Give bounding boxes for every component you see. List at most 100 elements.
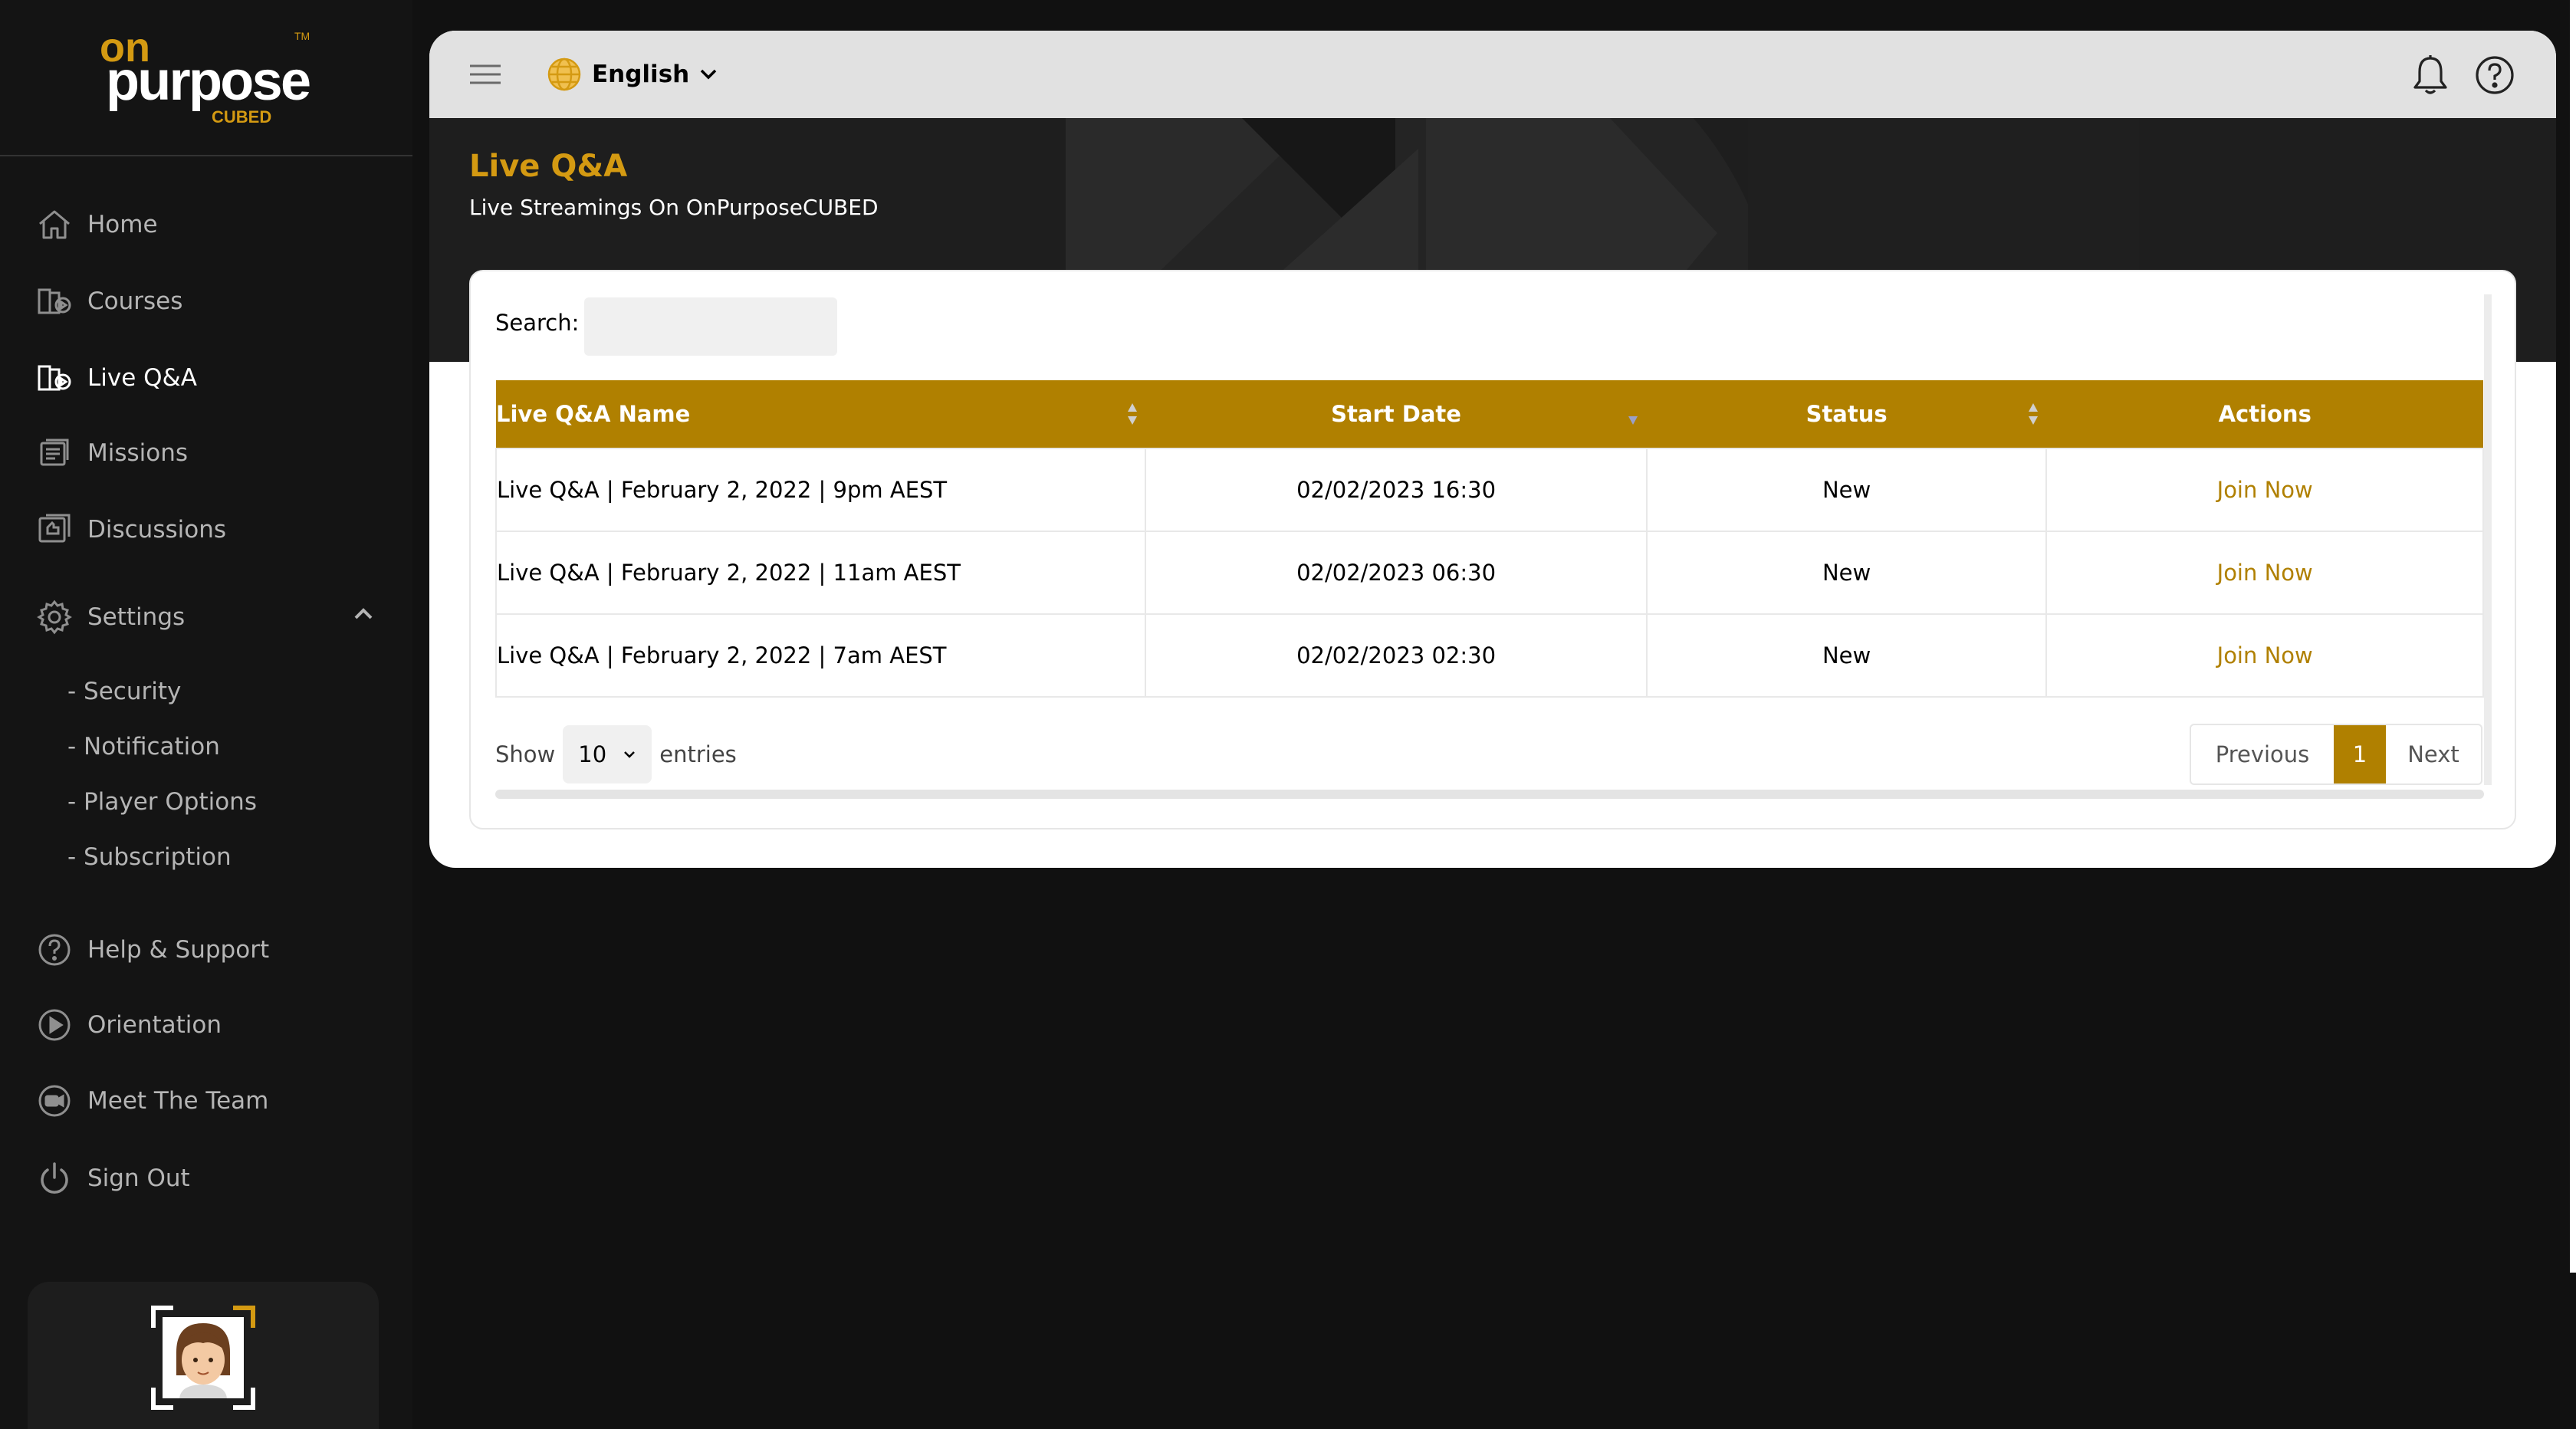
onpurpose-logo[interactable]: on purpose CUBED TM [98, 25, 313, 130]
column-header-start-date[interactable]: Start Date [1145, 380, 1647, 448]
live-qa-icon [38, 365, 71, 391]
sidebar-item-home[interactable]: Home [35, 198, 158, 251]
table-header-row: Live Q&A Name Start Date Status Actions [496, 380, 2483, 448]
settings-subscription-link[interactable]: - Subscription [67, 836, 232, 879]
home-icon [39, 210, 70, 239]
vertical-scrollbar[interactable] [2484, 294, 2492, 785]
sidebar-item-label: Courses [87, 287, 183, 315]
play-circle-icon [38, 1009, 71, 1041]
sidebar-item-label: Discussions [87, 516, 227, 544]
cell-status: New [1645, 448, 2048, 532]
join-now-link[interactable]: Join Now [2217, 560, 2313, 586]
sidebar-item-courses[interactable]: Courses [35, 274, 182, 328]
sidebar-item-label: Help & Support [87, 936, 270, 964]
sidebar-item-settings[interactable]: Settings [35, 590, 185, 644]
language-selector[interactable]: English [546, 54, 718, 95]
column-header-label: Actions [2218, 401, 2312, 427]
sidebar-item-label: Settings [87, 603, 186, 631]
bell-icon[interactable] [2410, 54, 2450, 97]
column-header-label: Start Date [1331, 401, 1461, 427]
svg-text:CUBED: CUBED [212, 107, 271, 126]
logo-area: on purpose CUBED TM [0, 0, 412, 156]
settings-notification-link[interactable]: - Notification [67, 725, 220, 768]
gear-icon [37, 600, 72, 635]
sidebar-item-missions[interactable]: Missions [35, 426, 188, 480]
table-row: Live Q&A | February 2, 2022 | 11am AEST … [495, 531, 2484, 615]
cell-actions: Join Now [2045, 613, 2484, 698]
sidebar-item-meet-the-team[interactable]: Meet The Team [35, 1074, 268, 1128]
table-row: Live Q&A | February 2, 2022 | 9pm AEST 0… [495, 448, 2484, 532]
page-1-button[interactable]: 1 [2334, 725, 2386, 783]
help-circle-icon [38, 934, 71, 966]
sidebar-item-live-qa[interactable]: Live Q&A [35, 351, 197, 405]
sidebar-item-label: Live Q&A [87, 364, 197, 392]
page-scrollbar[interactable] [2570, 0, 2576, 1273]
live-qa-table-card: Search: Live Q&A Name Start Date Status … [469, 270, 2516, 829]
entries-select[interactable]: 10 [563, 725, 652, 783]
main-panel: English Live Q&A Live Streamings On OnPu… [429, 31, 2556, 868]
cell-start-date: 02/02/2023 06:30 [1145, 531, 1648, 615]
sidebar-item-label: Sign Out [87, 1165, 190, 1192]
profile-card [28, 1282, 379, 1429]
cell-actions: Join Now [2045, 448, 2484, 532]
search-label: Search: [495, 310, 580, 336]
next-page-button[interactable]: Next [2386, 725, 2481, 783]
live-qa-table: Live Q&A Name Start Date Status Actions [495, 380, 2484, 698]
help-icon[interactable] [2473, 54, 2516, 97]
column-header-name[interactable]: Live Q&A Name [496, 380, 1146, 448]
cell-start-date: 02/02/2023 16:30 [1145, 448, 1648, 532]
chevron-down-icon [700, 69, 717, 80]
cell-actions: Join Now [2045, 531, 2484, 615]
top-bar: English [429, 31, 2556, 118]
column-header-actions: Actions [2046, 380, 2483, 448]
courses-icon [38, 288, 71, 314]
sort-icon [2028, 403, 2038, 425]
table-row: Live Q&A | February 2, 2022 | 7am AEST 0… [495, 613, 2484, 698]
sidebar-item-sign-out[interactable]: Sign Out [35, 1151, 190, 1205]
pagination: Previous 1 Next [2190, 724, 2482, 785]
sidebar-item-discussions[interactable]: Discussions [35, 503, 226, 557]
column-header-label: Live Q&A Name [496, 401, 691, 427]
cell-status: New [1645, 531, 2048, 615]
sidebar-item-label: Home [87, 211, 158, 238]
svg-text:TM: TM [294, 30, 310, 42]
show-label: Show [495, 741, 556, 767]
language-label: English [592, 61, 690, 88]
globe-icon [547, 57, 581, 91]
avatar[interactable] [150, 1305, 256, 1411]
cell-name: Live Q&A | February 2, 2022 | 7am AEST [495, 613, 1147, 698]
sidebar-item-label: Missions [87, 439, 189, 467]
cell-status: New [1645, 613, 2048, 698]
missions-icon [40, 439, 69, 466]
search-input[interactable] [584, 297, 837, 356]
sort-desc-icon [1628, 416, 1638, 425]
entries-label: entries [659, 741, 737, 767]
previous-page-button[interactable]: Previous [2191, 725, 2334, 783]
hamburger-menu-icon[interactable] [466, 55, 504, 94]
page-subtitle: Live Streamings On OnPurposeCUBED [469, 195, 879, 220]
sidebar-item-label: Orientation [87, 1011, 222, 1039]
settings-player-options-link[interactable]: - Player Options [67, 780, 257, 823]
column-header-status[interactable]: Status [1646, 380, 2047, 448]
column-header-label: Status [1806, 401, 1888, 427]
sidebar: on purpose CUBED TM Home Courses Live Q&… [0, 0, 412, 1429]
power-icon [41, 1162, 68, 1194]
horizontal-scrollbar[interactable] [495, 790, 2484, 799]
cell-name: Live Q&A | February 2, 2022 | 11am AEST [495, 531, 1147, 615]
chevron-up-icon[interactable] [350, 603, 377, 626]
video-camera-icon [38, 1085, 71, 1117]
cell-name: Live Q&A | February 2, 2022 | 9pm AEST [495, 448, 1147, 532]
chevron-down-icon [624, 751, 636, 758]
join-now-link[interactable]: Join Now [2217, 477, 2313, 503]
settings-security-link[interactable]: - Security [67, 670, 181, 713]
svg-text:purpose: purpose [106, 51, 311, 112]
discussions-icon [38, 514, 71, 543]
sort-icon [1128, 403, 1137, 425]
cell-start-date: 02/02/2023 02:30 [1145, 613, 1648, 698]
page-title: Live Q&A [469, 149, 628, 184]
sidebar-item-help-support[interactable]: Help & Support [35, 923, 269, 977]
join-now-link[interactable]: Join Now [2217, 642, 2313, 669]
entries-value: 10 [578, 741, 607, 767]
sidebar-item-orientation[interactable]: Orientation [35, 998, 222, 1052]
entries-length-control: Show 10 entries [495, 725, 737, 783]
